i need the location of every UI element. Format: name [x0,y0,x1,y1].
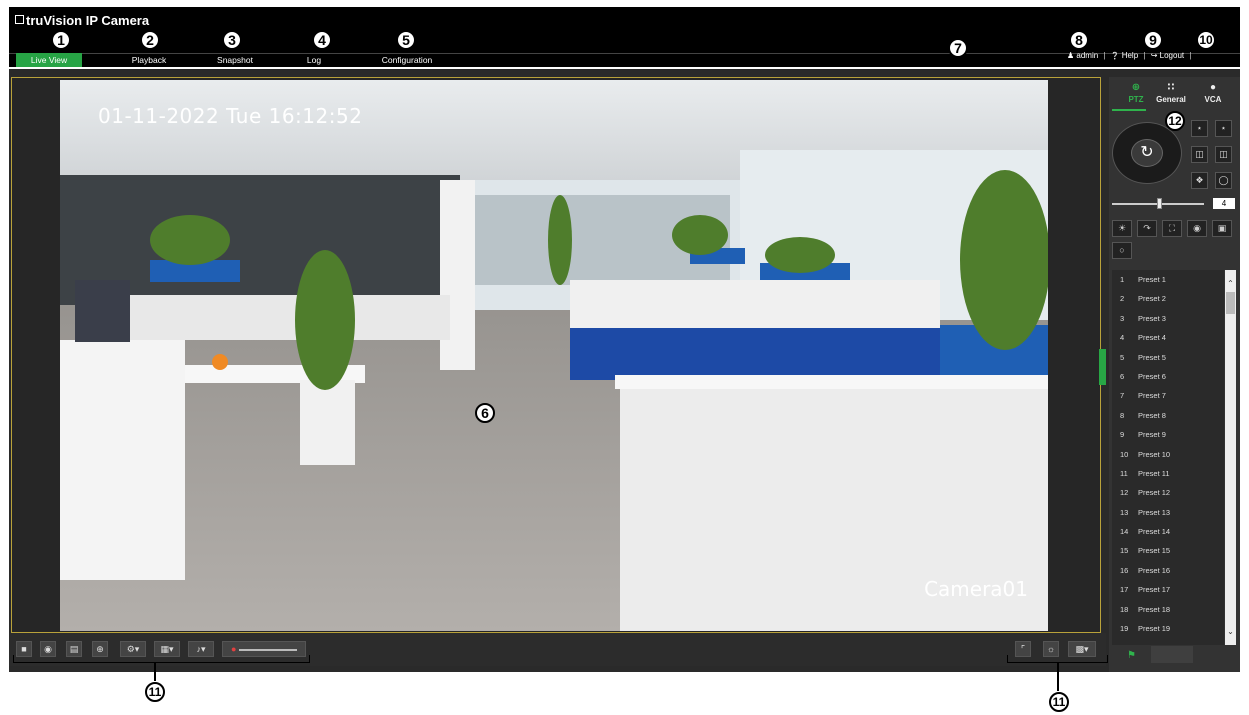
iris-open-button[interactable]: ❖ [1191,172,1208,189]
ptz-speed-knob[interactable] [1157,198,1162,209]
live-video[interactable]: 01-11-2022 Tue 16:12:52 Camera01 [60,80,1048,631]
callout-1: 1 [51,30,71,50]
user-links: ♟ admin | ❔ Help | ↪ Logout | [1067,51,1192,60]
callout-4: 4 [312,30,332,50]
callout-9: 9 [1143,30,1163,50]
list-item[interactable]: 12 Preset 12 [1112,483,1224,502]
list-item[interactable]: 18 Preset 18 [1112,600,1224,619]
focus-near-button[interactable]: ◫ [1191,146,1208,163]
osd-datetime: 01-11-2022 Tue 16:12:52 [98,104,363,128]
list-item[interactable]: 14 Preset 14 [1112,522,1224,541]
volume-mute-icon: ● [231,644,237,654]
focus-assist-button[interactable]: ⛶ [1162,220,1182,237]
search-icon[interactable]: ○ [1112,242,1132,259]
lens-init-button[interactable]: ◉ [1187,220,1207,237]
callout-5: 5 [396,30,416,50]
callout-3: 3 [222,30,242,50]
callout-8: 8 [1069,30,1089,50]
list-item[interactable]: 10 Preset 10 [1112,445,1224,464]
light-button[interactable]: ☀ [1112,220,1132,237]
wiper-button[interactable]: ↷ [1137,220,1157,237]
preset-action-area [1151,646,1193,663]
help-link[interactable]: Help [1122,51,1138,60]
zoom-out-button[interactable]: ⋆ [1215,120,1232,137]
tab-playback[interactable]: Playback [119,53,179,67]
list-item[interactable]: 17 Preset 17 [1112,580,1224,599]
list-item[interactable]: 7 Preset 7 [1112,386,1224,405]
tab-configuration[interactable]: Configuration [371,53,443,67]
call-preset-icon[interactable]: ⚑ [1127,650,1136,661]
grid-icon: ∷ [1167,82,1175,93]
camera-logo-icon [15,15,24,24]
callout-7: 7 [948,38,968,58]
brand-name: truVision [26,13,83,28]
list-item[interactable]: 19 Preset 19 [1112,619,1224,638]
callout-10: 10 [1196,30,1216,50]
list-item[interactable]: 4 Preset 4 [1112,328,1224,347]
tab-live-view[interactable]: Live View [16,53,82,67]
list-item[interactable]: 16 Preset 16 [1112,561,1224,580]
tab-snapshot[interactable]: Snapshot [205,53,265,67]
ptz-icon: ⊕ [1131,82,1141,93]
help-icon: ❔ [1110,53,1120,60]
scroll-up-icon[interactable]: ⌃ [1225,278,1236,290]
focus-far-button[interactable]: ◫ [1215,146,1232,163]
callout-6: 6 [475,403,495,423]
tab-general[interactable]: ∷ General [1151,82,1191,104]
list-item[interactable]: 2 Preset 2 [1112,289,1224,308]
product-name: IP Camera [85,13,150,28]
top-bar: truVision IP Camera Live View Playback S… [9,7,1240,67]
user-name[interactable]: admin [1076,51,1098,60]
nav-divider [9,53,1240,54]
osd-camera-name: Camera01 [924,577,1028,601]
active-tab-underline [1112,109,1146,111]
user-icon: ♟ [1067,51,1075,60]
list-item[interactable]: 15 Preset 15 [1112,541,1224,560]
preset-scrollbar[interactable] [1225,270,1236,645]
toolbar-bracket-right [1007,655,1108,663]
bracket-stem-left [154,663,156,681]
preset-list: 1 Preset 1 2 Preset 2 3 Preset 3 4 Preset 4 … [1112,270,1224,645]
list-item[interactable]: 13 Preset 13 [1112,503,1224,522]
3d-position-button[interactable]: ▣ [1212,220,1232,237]
tab-log[interactable]: Log [294,53,334,67]
location-icon: ● [1209,82,1217,93]
scroll-down-icon[interactable]: ⌄ [1225,626,1236,638]
callout-2: 2 [140,30,160,50]
app-logo: truVision IP Camera [15,13,149,28]
screenshot-root: truVision IP Camera Live View Playback S… [0,0,1249,715]
bracket-stem-right [1057,663,1059,691]
zoom-in-button[interactable]: ⋆ [1191,120,1208,137]
logout-icon: ↪ [1150,51,1158,60]
auto-scan-button[interactable]: ↻ [1131,139,1163,167]
list-item[interactable]: 1 Preset 1 [1112,270,1224,289]
scrollbar-thumb[interactable] [1226,292,1235,314]
panel-collapse-handle[interactable] [1099,349,1106,385]
list-item[interactable]: 11 Preset 11 [1112,464,1224,483]
toolbar-bracket-left [13,655,310,663]
iris-close-button[interactable]: ◯ [1215,172,1232,189]
ptz-speed-value: 4 [1213,198,1235,209]
tab-vca[interactable]: ● VCA [1193,82,1233,104]
tab-ptz[interactable]: ⊕ PTZ [1116,82,1156,104]
volume-slider[interactable] [238,648,297,651]
list-item[interactable]: 5 Preset 5 [1112,348,1224,367]
callout-12: 12 [1165,111,1185,131]
list-item[interactable]: 8 Preset 8 [1112,406,1224,425]
list-item[interactable]: 6 Preset 6 [1112,367,1224,386]
callout-11-right: 11 [1049,692,1069,712]
callout-11-left: 11 [145,682,165,702]
list-item[interactable]: 3 Preset 3 [1112,309,1224,328]
logout-link[interactable]: Logout [1160,51,1184,60]
list-item[interactable]: 9 Preset 9 [1112,425,1224,444]
office-scene-image [60,80,1048,631]
